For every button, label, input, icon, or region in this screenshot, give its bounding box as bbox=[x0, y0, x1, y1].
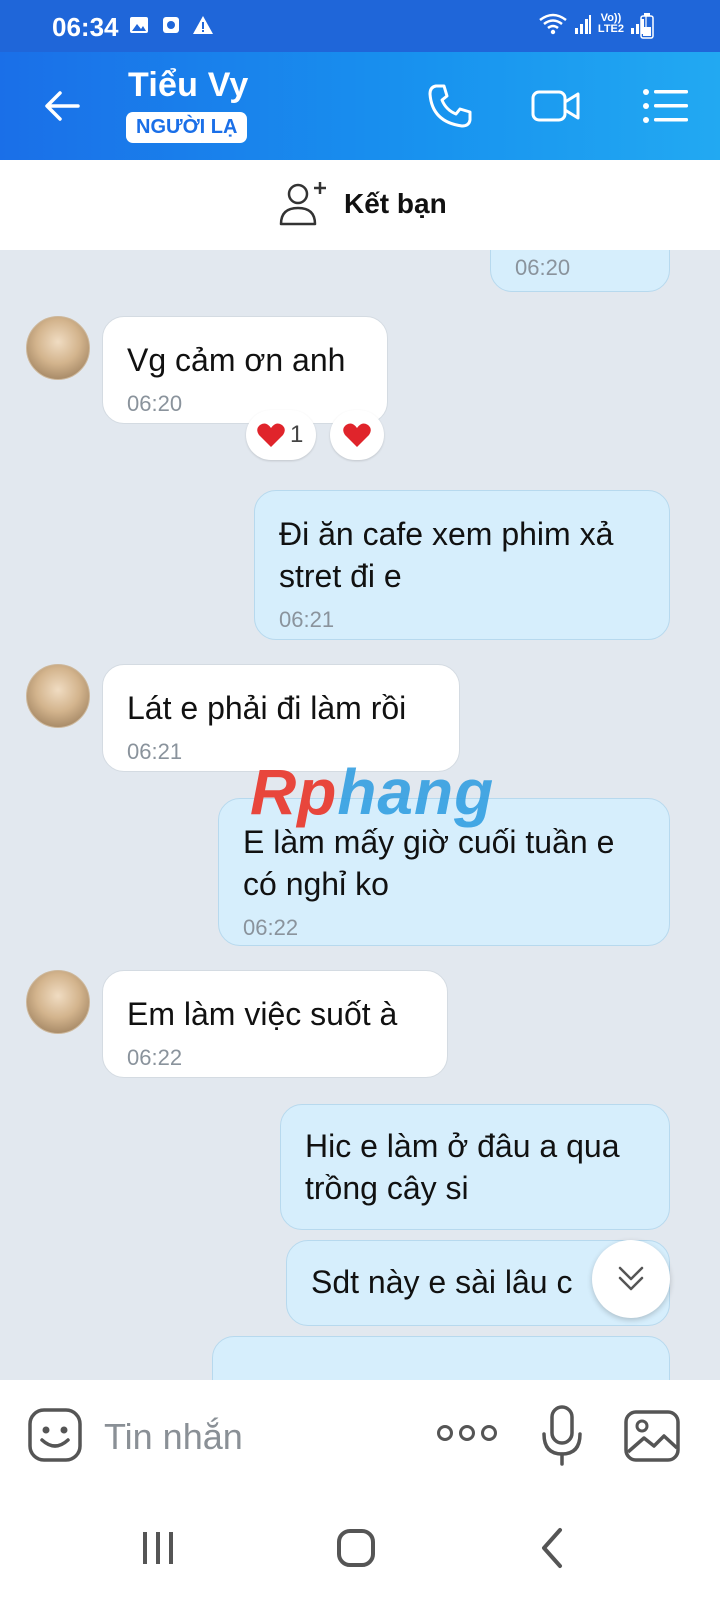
avatar[interactable] bbox=[26, 316, 90, 380]
phone-icon[interactable] bbox=[424, 80, 476, 132]
signal-icon bbox=[574, 15, 591, 34]
nav-back-icon[interactable] bbox=[538, 1526, 566, 1570]
avatar[interactable] bbox=[26, 970, 90, 1034]
carrier-label: Vo)) LTE2 bbox=[597, 12, 624, 35]
message-input-bar: Tin nhắn bbox=[0, 1380, 720, 1496]
message-text: Lát e phải đi làm rồi bbox=[127, 690, 407, 726]
watermark: Rphang bbox=[250, 756, 495, 828]
add-friend-icon bbox=[279, 182, 326, 226]
message-bubble-outgoing[interactable]: Đi ăn cafe xem phim xả stret đi e 06:21 bbox=[254, 490, 670, 640]
emoji-icon[interactable] bbox=[26, 1406, 84, 1464]
message-list[interactable]: 06:20 Vg cảm ơn anh 06:20 1 Đi ăn cafe x… bbox=[0, 250, 720, 1380]
message-text: Em làm việc suốt à bbox=[127, 996, 398, 1032]
wifi-icon bbox=[539, 13, 567, 35]
friend-request-bar: Kết bạn bbox=[0, 160, 720, 250]
battery-icon bbox=[640, 13, 654, 39]
stranger-badge: NGƯỜI LẠ bbox=[126, 112, 248, 143]
message-bubble-outgoing[interactable] bbox=[212, 1336, 670, 1380]
message-text: Đi ăn cafe xem phim xả stret đi e bbox=[279, 516, 614, 594]
message-text: Vg cảm ơn anh bbox=[127, 342, 346, 378]
contact-name[interactable]: Tiểu Vy bbox=[128, 66, 248, 105]
message-bubble-outgoing[interactable]: Hic e làm ở đâu a qua trồng cây si bbox=[280, 1104, 670, 1230]
video-call-icon[interactable] bbox=[530, 80, 582, 132]
reaction-badge[interactable]: 1 bbox=[246, 410, 316, 460]
image-icon[interactable] bbox=[622, 1408, 682, 1464]
message-bubble-incoming[interactable]: Em làm việc suốt à 06:22 bbox=[102, 970, 448, 1078]
heart-icon bbox=[257, 423, 285, 447]
message-bubble-incoming[interactable]: Vg cảm ơn anh 06:20 bbox=[102, 316, 388, 424]
home-icon[interactable] bbox=[336, 1526, 376, 1570]
message-time: 06:21 bbox=[279, 607, 335, 632]
status-time: 06:34 bbox=[52, 12, 119, 42]
scroll-to-bottom-button[interactable] bbox=[592, 1240, 670, 1318]
media-notification-icon bbox=[163, 17, 179, 33]
reaction-count: 1 bbox=[290, 421, 304, 448]
message-text: Hic e làm ở đâu a qua trồng cây si bbox=[305, 1128, 620, 1206]
heart-icon bbox=[343, 423, 371, 447]
double-chevron-down-icon bbox=[618, 1266, 644, 1291]
recent-apps-icon[interactable] bbox=[140, 1526, 176, 1570]
more-icon[interactable] bbox=[436, 1418, 498, 1448]
warning-icon bbox=[193, 16, 213, 34]
react-button[interactable] bbox=[330, 410, 384, 460]
add-friend-label: Kết bạn bbox=[344, 188, 447, 219]
message-time: 06:22 bbox=[127, 1045, 183, 1070]
add-friend-button[interactable]: Kết bạn bbox=[278, 180, 447, 228]
status-bar: 06:34 Vo)) LTE2 bbox=[0, 0, 720, 52]
message-text: E làm mấy giờ cuối tuần e có nghỉ ko bbox=[243, 824, 615, 902]
gallery-notification-icon bbox=[130, 17, 148, 33]
back-arrow-icon[interactable] bbox=[38, 82, 86, 130]
message-time: 06:22 bbox=[243, 915, 299, 940]
message-bubble-outgoing[interactable]: 06:20 bbox=[490, 250, 670, 292]
menu-list-icon[interactable] bbox=[640, 80, 692, 132]
message-input[interactable]: Tin nhắn bbox=[104, 1416, 243, 1458]
microphone-icon[interactable] bbox=[540, 1404, 584, 1468]
system-nav-bar bbox=[0, 1496, 720, 1600]
avatar[interactable] bbox=[26, 664, 90, 728]
message-time: 06:20 bbox=[127, 391, 183, 416]
message-time: 06:20 bbox=[515, 255, 571, 280]
chat-header: Tiểu Vy NGƯỜI LẠ bbox=[0, 52, 720, 160]
